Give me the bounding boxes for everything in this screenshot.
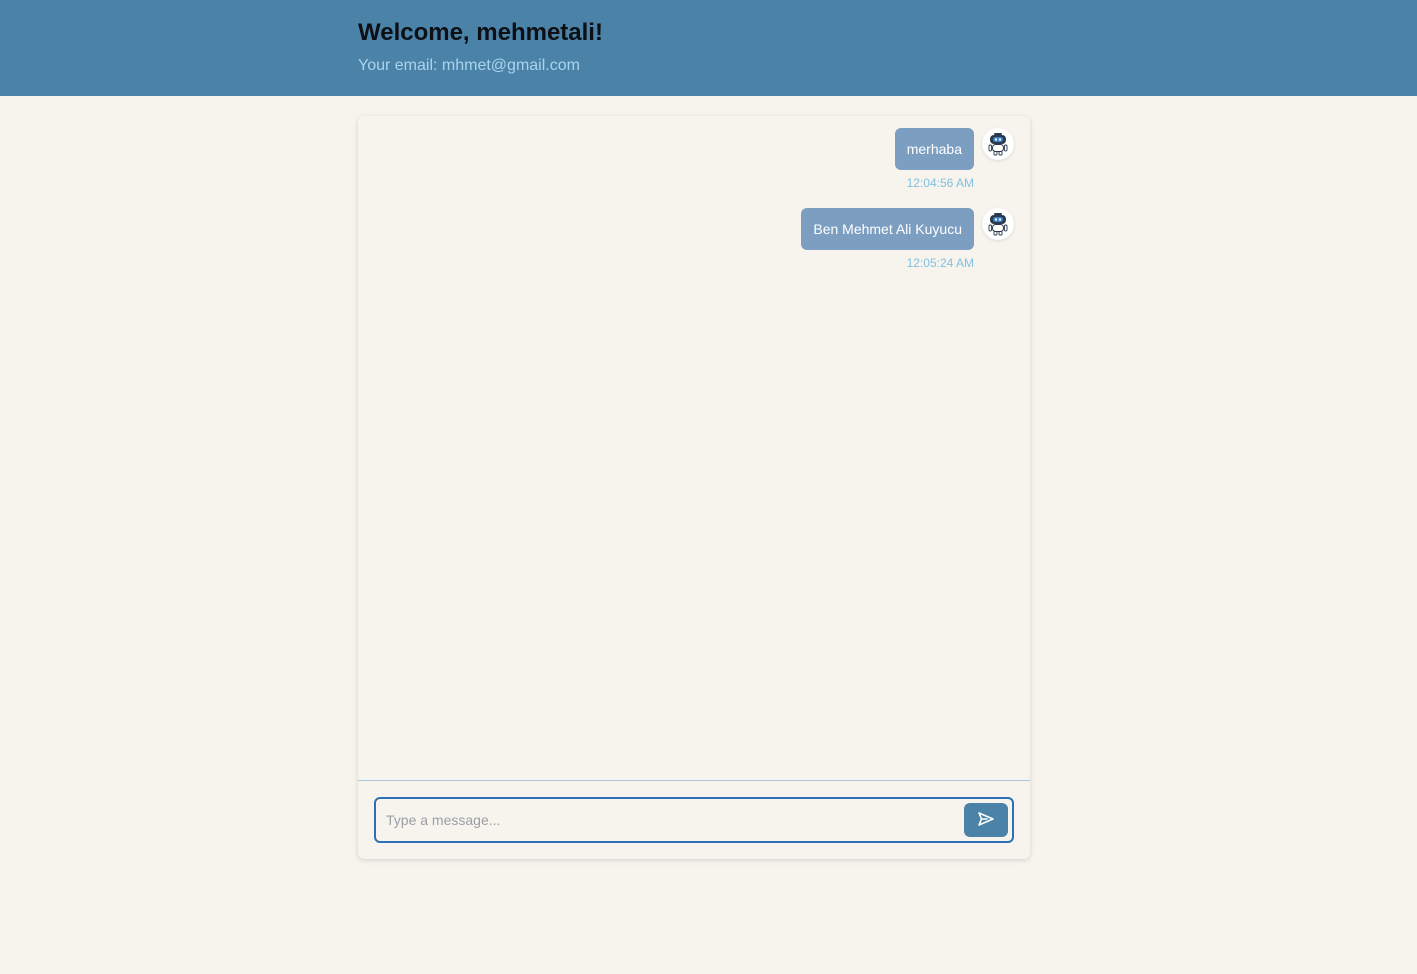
chat-panel: merhaba 12:04:56 AM Ben Mehmet Ali Kuyuc… <box>358 116 1030 859</box>
message-row: Ben Mehmet Ali Kuyucu <box>801 208 1014 250</box>
robot-icon <box>982 208 1014 240</box>
send-icon <box>977 811 995 830</box>
header-content: Welcome, mehmetali! Your email: mhmet@gm… <box>358 18 603 76</box>
message-input[interactable] <box>386 799 956 841</box>
message-item: Ben Mehmet Ali Kuyucu 12:05:24 AM <box>801 208 1014 270</box>
message-bubble: Ben Mehmet Ali Kuyucu <box>801 208 974 250</box>
composer-divider <box>358 780 1030 781</box>
send-button[interactable] <box>964 803 1008 837</box>
welcome-title: Welcome, mehmetali! <box>358 19 603 46</box>
message-bubble: merhaba <box>894 128 974 170</box>
message-composer <box>374 797 1014 843</box>
message-list[interactable]: merhaba 12:04:56 AM Ben Mehmet Ali Kuyuc… <box>358 116 1030 780</box>
message-timestamp: 12:05:24 AM <box>906 256 974 270</box>
message-item: merhaba 12:04:56 AM <box>894 128 1014 190</box>
message-timestamp: 12:04:56 AM <box>906 176 974 190</box>
app-header: Welcome, mehmetali! Your email: mhmet@gm… <box>0 0 1417 96</box>
user-email: Your email: mhmet@gmail.com <box>358 57 580 74</box>
message-row: merhaba <box>894 128 1014 170</box>
robot-icon <box>982 128 1014 160</box>
